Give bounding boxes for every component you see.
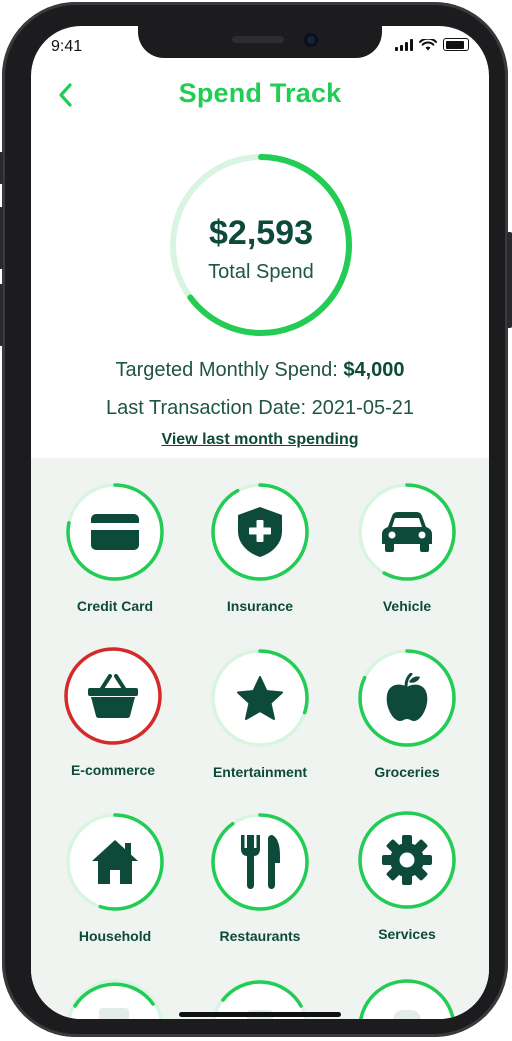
volume-down-button [0, 284, 3, 346]
targeted-monthly-spend: Targeted Monthly Spend: $4,000 [31, 359, 489, 382]
category-groceries[interactable]: Groceries [347, 648, 467, 798]
shield-plus-icon [238, 507, 282, 557]
basket-icon [88, 674, 138, 718]
category-label: Entertainment [212, 764, 308, 780]
car-icon [382, 512, 432, 552]
category-label: Groceries [374, 764, 440, 780]
app-screen: 9:41 Spend Track $2,593 Total Spend Targ… [31, 26, 489, 1019]
volume-up-button [0, 207, 3, 269]
credit-card-icon [91, 514, 139, 550]
category-household[interactable]: Household [55, 812, 175, 962]
wifi-icon [419, 38, 437, 50]
last-txn-value: 2021-05-21 [311, 397, 414, 419]
category-restaurants[interactable]: Restaurants [200, 812, 320, 962]
home-indicator[interactable] [179, 1012, 341, 1017]
fork-knife-icon [241, 835, 280, 889]
category-services[interactable]: Services [347, 810, 467, 960]
category-credit-card[interactable]: Credit Card [55, 482, 175, 632]
category-label: Insurance [226, 598, 294, 614]
total-spend-label: Total Spend [208, 261, 314, 283]
view-last-month-link[interactable]: View last month spending [31, 431, 489, 449]
mute-switch [0, 152, 3, 184]
power-button [507, 232, 512, 328]
category-label: Household [78, 928, 152, 944]
category-label: Services [378, 926, 436, 942]
category-label: E-commerce [70, 762, 156, 778]
apple-icon [386, 673, 428, 721]
category-insurance[interactable]: Insurance [200, 482, 320, 632]
category-vehicle[interactable]: Vehicle [347, 482, 467, 632]
battery-icon [443, 38, 469, 51]
camera-icon [304, 33, 318, 47]
category-entertainment[interactable]: Entertainment [200, 648, 320, 798]
targeted-value: $4,000 [343, 359, 405, 381]
page-title: Spend Track [178, 78, 342, 108]
phone-frame: 9:41 Spend Track $2,593 Total Spend Targ… [0, 2, 512, 1037]
star-icon [237, 676, 283, 720]
status-icons [395, 38, 469, 51]
category-label: Restaurants [219, 928, 301, 944]
targeted-label: Targeted Monthly Spend: [115, 359, 344, 381]
status-time: 9:41 [51, 38, 83, 55]
category-label: Vehicle [382, 598, 432, 614]
total-spend-amount: $2,593 [209, 214, 313, 252]
signal-icon [395, 38, 413, 51]
gear-icon [382, 835, 432, 885]
last-transaction-date: Last Transaction Date: 2021-05-21 [31, 397, 489, 420]
notch [138, 26, 382, 58]
last-txn-label: Last Transaction Date: [106, 397, 312, 419]
category-e-commerce[interactable]: E-commerce [53, 646, 173, 796]
speaker-icon [232, 36, 284, 43]
house-icon [92, 840, 138, 884]
category-grid: Credit Card Insurance Vehicle E-commerce [31, 458, 489, 1019]
category-label: Credit Card [76, 598, 154, 614]
